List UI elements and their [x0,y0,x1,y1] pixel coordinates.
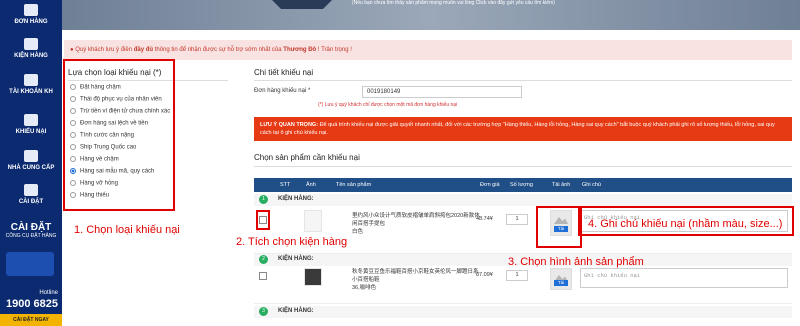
upload-button[interactable]: Tải [554,280,568,286]
supplier-icon [24,150,38,162]
sidebar-item-account[interactable]: TÀI KHOẢN KH [0,74,62,95]
package-group-row: 3 KIỆN HÀNG: [254,306,792,318]
group-label: KIỆN HÀNG: [278,196,314,202]
column-header: Tải ảnh [552,182,571,188]
column-header: STT [280,182,291,188]
sidebar-item-suppliers[interactable]: NHÀ CUNG CẤP [0,150,62,171]
column-header: Ghi chú [582,182,601,188]
product-name: 里约风小众设计气质软皮褶皱单肩斜挎包2020新款休闲百搭手提包白色 [352,212,482,236]
group-number-badge: 1 [259,195,268,204]
order-hint: (*) Lưu ý quý khách chỉ được chọn một mã… [318,102,458,108]
install-subtitle: CÔNG CỤ ĐẶT HÀNG [5,233,57,239]
products-title: Chọn sản phẩm cần khiếu nại [254,153,360,162]
product-image [304,210,322,232]
highlight-box-step1 [63,59,175,211]
sidebar: ĐƠN HÀNG KIỆN HÀNG TÀI KHOẢN KH KHIẾU NẠ… [0,0,62,326]
select-product-checkbox[interactable] [259,272,267,280]
install-title: CÀI ĐẶT [10,222,52,233]
annotation-step3: 3. Chọn hình ảnh sản phẩm [508,256,644,268]
sidebar-item-label: ĐƠN HÀNG [14,19,48,25]
product-variant: 白色 [352,229,364,235]
top-banner: (Nếu bạn chưa tìm thấy sản phẩm mong muố… [62,0,800,30]
image-upload-slot[interactable]: Tải [550,268,572,290]
order-code-input[interactable]: 0019180149 [362,86,522,98]
product-image [304,268,322,286]
alert-bold: đầy đủ [133,47,154,53]
account-icon [24,74,38,86]
sidebar-item-label: KIỆN HÀNG [14,53,48,59]
sidebar-item-label: CÀI ĐẶT [18,199,44,205]
column-header: Ảnh [306,182,316,188]
complaint-detail-title: Chi tiết khiếu nại [254,68,314,77]
complaint-icon [24,114,38,126]
alert-text-after: ! Trân trọng ! [316,47,352,53]
complaint-note-textarea[interactable]: Ghi chú khiếu nại [580,268,788,288]
warning-text: Để quá trình khiếu nại được giải quyết n… [260,122,775,136]
sidebar-item-label: KHIẾU NẠI [15,129,47,135]
annotation-step4: 4. Ghi chú khiếu nại (nhầm màu, size...) [588,218,783,230]
sidebar-item-packages[interactable]: KIỆN HÀNG [0,38,62,59]
column-header: Tên sản phẩm [336,182,372,188]
order-label: Đơn hàng khiếu nại * [254,88,311,94]
hotline-number: 1900 6825 [6,298,58,310]
annotation-step2: 2. Tích chọn kiện hàng [236,236,348,248]
highlight-box-step2 [256,210,270,230]
package-icon [24,38,38,50]
install-now-button[interactable]: CÀI ĐẶT NGAY [0,314,62,326]
product-name: 秋冬黄豆豆鱼乐福鞋百搭小京鞋女英伦风一脚蹬日系小百搭船鞋 36,咖啡色 [352,268,482,292]
highlight-box-step3 [536,206,582,248]
info-alert: ● Quý khách lưu ý điền đầy đủ thông tin … [64,40,792,60]
group-number-badge: 3 [259,307,268,316]
column-header: Số lượng [510,182,533,188]
product-variant: 36,咖啡色 [352,285,377,291]
sidebar-item-label: TÀI KHOẢN KH [9,89,53,95]
device-illustration [6,252,54,276]
important-warning: LƯU Ý QUAN TRỌNG: Để quá trình khiếu nại… [254,117,792,141]
hotline-label: Hotline [39,290,58,296]
divider [254,166,792,167]
banner-logo [272,0,332,9]
alert-brand: Thương Đô [283,47,317,53]
package-group-row: 1 KIỆN HÀNG: [254,194,792,206]
table-row: 秋冬黄豆豆鱼乐福鞋百搭小京鞋女英伦风一脚蹬日系小百搭船鞋 36,咖啡色 87.09… [254,266,792,304]
sidebar-item-complaints[interactable]: KHIẾU NẠI [0,114,62,135]
product-title: 里约风小众设计气质软皮褶皱单肩斜挎包2020新款休闲百搭手提包 [352,213,480,227]
divider [254,80,792,81]
unit-price: 48.74¥ [476,216,493,222]
quantity-field[interactable]: 1 [506,214,528,225]
sidebar-item-settings[interactable]: CÀI ĐẶT [0,184,62,205]
column-header: Đơn giá [480,182,500,188]
install-promo: CÀI ĐẶT CÔNG CỤ ĐẶT HÀNG [0,222,62,239]
sidebar-item-label: NHÀ CUNG CẤP [7,165,55,171]
warning-prefix: LƯU Ý QUAN TRỌNG: [260,122,320,128]
orders-icon [24,4,38,16]
alert-text-mid: thông tin để nhận được sự hỗ trợ sớm nhấ… [153,47,284,53]
group-number-badge: 2 [259,255,268,264]
quantity-field[interactable]: 1 [506,270,528,281]
unit-price: 87.09¥ [476,272,493,278]
settings-icon [24,184,38,196]
product-title: 秋冬黄豆豆鱼乐福鞋百搭小京鞋女英伦风一脚蹬日系小百搭船鞋 [352,269,479,283]
group-label: KIỆN HÀNG: [278,256,314,262]
sidebar-item-orders[interactable]: ĐƠN HÀNG [0,4,62,25]
products-table-header: STT Ảnh Tên sản phẩm Đơn giá Số lượng Tả… [254,178,792,192]
annotation-step1: 1. Chọn loại khiếu nại [74,224,180,236]
alert-text: Quý khách lưu ý điền [75,47,134,53]
group-label: KIỆN HÀNG: [278,308,314,314]
banner-note[interactable]: (Nếu bạn chưa tìm thấy sản phẩm mong muố… [352,0,555,6]
